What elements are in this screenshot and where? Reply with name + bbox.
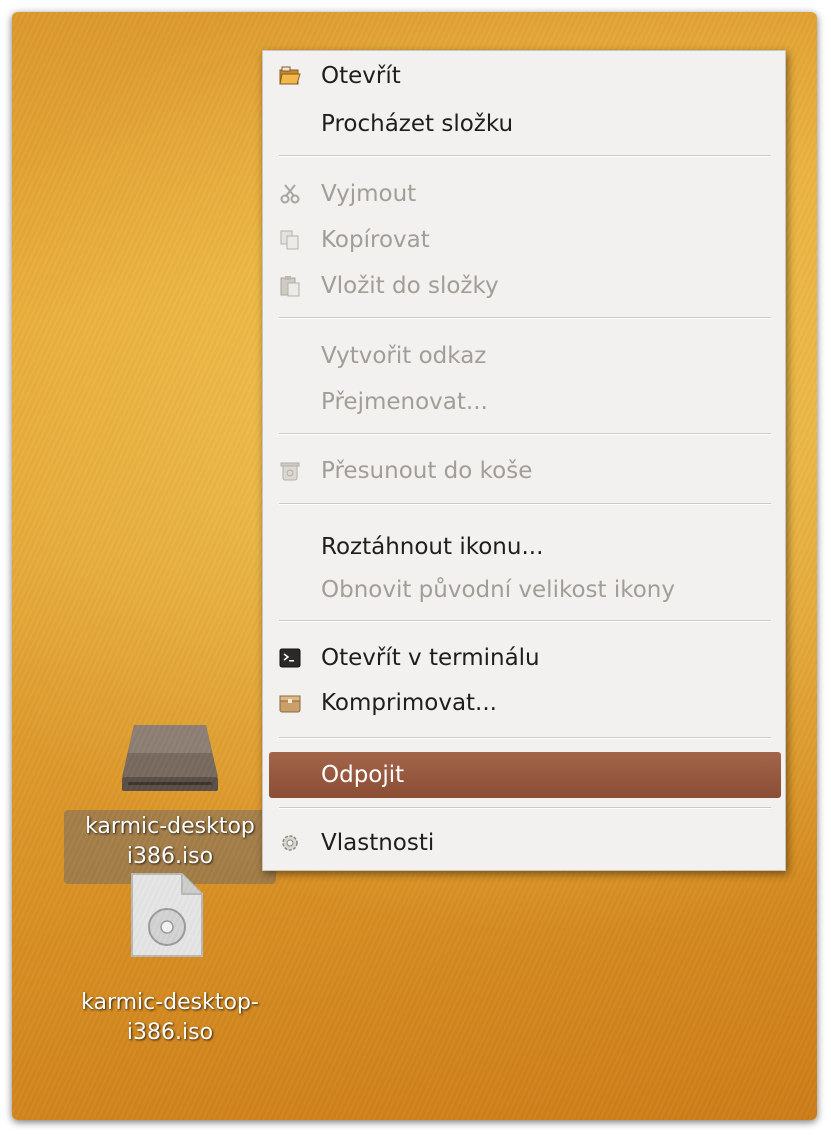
mounted-drive[interactable]: karmic-desktop i386.iso <box>64 717 276 887</box>
menu-item-label: Odpojit <box>321 762 405 788</box>
menu-separator <box>279 433 771 435</box>
menu-item-browse-folder[interactable]: Procházet složku <box>263 101 785 147</box>
menu-item-label: Roztáhnout ikonu... <box>321 534 544 560</box>
menu-item-open[interactable]: Otevřít <box>263 53 785 99</box>
menu-item-label: Komprimovat... <box>321 690 497 716</box>
menu-separator <box>279 737 771 739</box>
menu-item-rename[interactable]: Přejmenovat... <box>263 379 785 425</box>
menu-separator <box>279 317 771 319</box>
menu-item-label: Otevřít v terminálu <box>321 645 540 671</box>
iso-label-line2: i386.iso <box>126 1020 214 1045</box>
menu-item-create-link[interactable]: Vytvořit odkaz <box>263 333 785 379</box>
copy-icon <box>279 229 301 251</box>
menu-item-label: Vyjmout <box>321 181 417 207</box>
menu-item-compress[interactable]: Komprimovat... <box>263 680 785 726</box>
menu-separator <box>279 155 771 157</box>
menu-item-label: Obnovit původní velikost ikony <box>321 577 675 603</box>
menu-item-stretch-icon[interactable]: Roztáhnout ikonu... <box>263 524 785 570</box>
archive-icon <box>279 692 301 714</box>
iso-file[interactable]: karmic-desktop- i386.iso <box>52 872 288 1072</box>
menu-item-label: Kopírovat <box>321 227 430 253</box>
menu-item-cut[interactable]: Vyjmout <box>263 171 785 217</box>
menu-item-label: Vytvořit odkaz <box>321 343 487 369</box>
gear-icon <box>279 832 301 854</box>
menu-item-label: Otevřít <box>321 63 401 89</box>
menu-item-label: Přesunout do koše <box>321 458 533 484</box>
drive-icon <box>122 725 218 791</box>
drive-label-line1: karmic-desktop <box>85 814 255 839</box>
menu-item-restore-icon-size[interactable]: Obnovit původní velikost ikony <box>263 567 785 613</box>
menu-item-label: Vlastnosti <box>321 830 435 856</box>
menu-item-properties[interactable]: Vlastnosti <box>263 820 785 866</box>
menu-item-label: Procházet složku <box>321 111 514 137</box>
paste-icon <box>279 275 301 297</box>
iso-label-line1: karmic-desktop- <box>81 990 259 1015</box>
menu-separator <box>279 503 771 505</box>
menu-item-label: Vložit do složky <box>321 273 499 299</box>
menu-item-open-in-terminal[interactable]: Otevřít v terminálu <box>263 635 785 681</box>
menu-separator <box>279 807 771 809</box>
menu-item-move-to-trash[interactable]: Přesunout do koše <box>263 448 785 494</box>
trash-icon <box>279 460 301 482</box>
drive-label-line2: i386.iso <box>126 844 214 869</box>
menu-item-paste[interactable]: Vložit do složky <box>263 263 785 309</box>
menu-item-unmount[interactable]: Odpojit <box>269 752 781 798</box>
scissors-icon <box>279 183 301 205</box>
menu-separator <box>279 620 771 622</box>
disc-image-icon <box>131 873 203 957</box>
menu-item-label: Přejmenovat... <box>321 389 488 415</box>
menu-item-copy[interactable]: Kopírovat <box>263 217 785 263</box>
terminal-icon <box>279 647 301 669</box>
context-menu: Otevřít Procházet složku Vyjmout Kopírov… <box>262 50 786 871</box>
folder-open-icon <box>279 65 301 87</box>
